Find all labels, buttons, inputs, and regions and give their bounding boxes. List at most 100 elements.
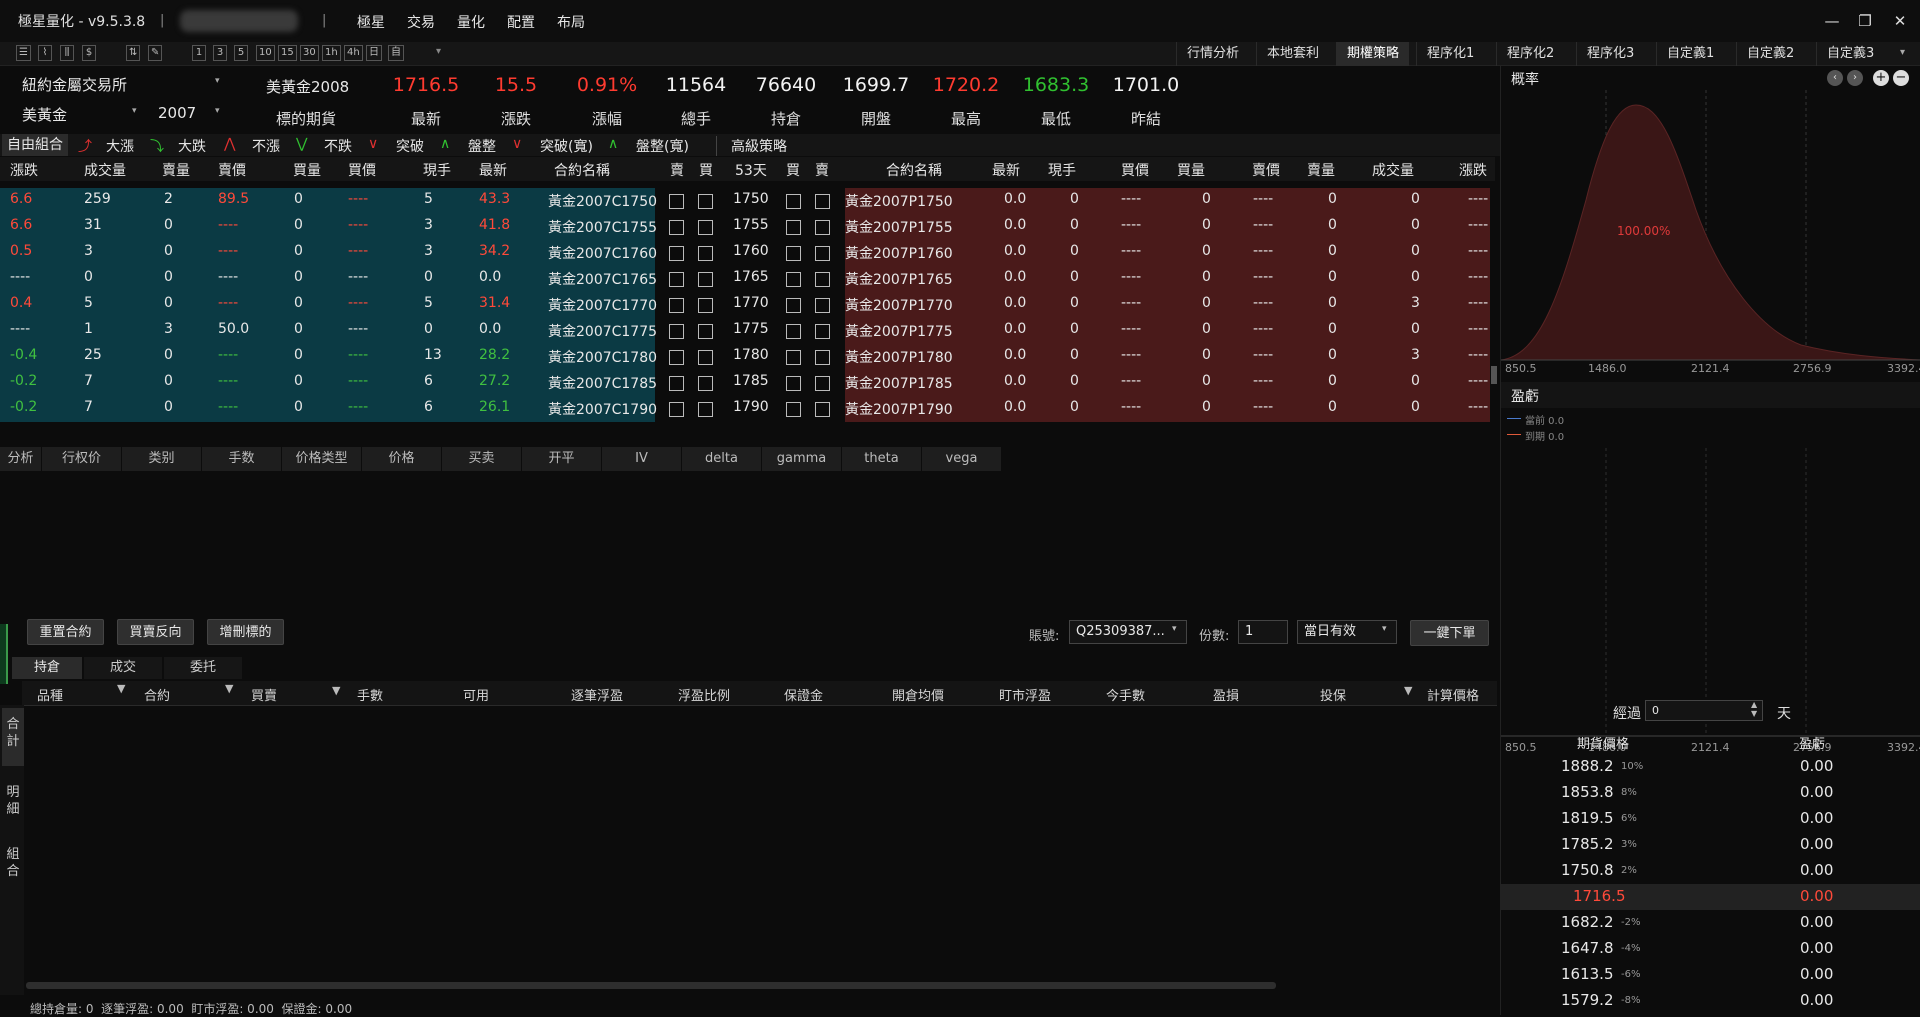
- period-5[interactable]: 5: [234, 45, 248, 61]
- strategy-breakout-wide[interactable]: 突破(寬): [540, 136, 593, 156]
- chevron-down-icon[interactable]: ▾: [215, 76, 220, 86]
- option-checkbox[interactable]: [698, 272, 713, 287]
- exchange-select[interactable]: 紐約金屬交易所: [22, 74, 127, 95]
- option-checkbox[interactable]: [698, 324, 713, 339]
- period-custom[interactable]: 自: [388, 45, 404, 61]
- tab-program-2[interactable]: 程序化2: [1496, 42, 1564, 66]
- tab-market-analysis[interactable]: 行情分析: [1176, 42, 1249, 66]
- chevron-down-icon[interactable]: ▾: [132, 106, 137, 116]
- tab-fills[interactable]: 成交: [84, 657, 162, 679]
- month-select[interactable]: 2007: [158, 104, 196, 122]
- tab-program-3[interactable]: 程序化3: [1576, 42, 1644, 66]
- line-chart-icon[interactable]: ⌇: [38, 45, 52, 61]
- tab-custom-3[interactable]: 自定義3: [1816, 42, 1884, 66]
- option-checkbox[interactable]: [669, 376, 684, 391]
- put-cell[interactable]: 黃金2007P1785: [845, 373, 953, 393]
- call-cell[interactable]: 黃金2007C1780: [548, 347, 657, 367]
- reset-contract-button[interactable]: 重置合約: [27, 619, 104, 645]
- side-tab-combo[interactable]: 組合: [2, 838, 24, 896]
- put-cell[interactable]: 黃金2007P1780: [845, 347, 953, 367]
- period-15[interactable]: 15: [278, 45, 297, 61]
- tabs-dropdown-icon[interactable]: ▾: [1900, 47, 1905, 58]
- strategy-range-wide[interactable]: 盤整(寬): [636, 136, 689, 156]
- prev-icon[interactable]: ‹: [1827, 70, 1843, 86]
- spinner-icon[interactable]: ▲ ▼: [1751, 700, 1757, 718]
- period-1h[interactable]: 1h: [322, 45, 341, 61]
- menu-config[interactable]: 配置: [507, 12, 535, 32]
- option-checkbox[interactable]: [698, 350, 713, 365]
- qty-input[interactable]: 1: [1238, 620, 1288, 644]
- call-cell[interactable]: 黃金2007C1750: [548, 191, 657, 211]
- period-30[interactable]: 30: [300, 45, 319, 61]
- call-cell[interactable]: 黃金2007C1760: [548, 243, 657, 263]
- period-10[interactable]: 10: [256, 45, 275, 61]
- tab-custom-2[interactable]: 自定義2: [1736, 42, 1804, 66]
- tab-orders[interactable]: 委托: [164, 657, 242, 679]
- tab-positions[interactable]: 持倉: [12, 657, 82, 679]
- option-checkbox[interactable]: [786, 376, 801, 391]
- put-cell[interactable]: 黃金2007P1790: [845, 399, 953, 419]
- strategy-no-rise[interactable]: 不漲: [252, 136, 280, 156]
- option-checkbox[interactable]: [669, 194, 684, 209]
- strategy-big-fall[interactable]: 大跌: [178, 136, 206, 156]
- menu-quant[interactable]: 量化: [457, 12, 485, 32]
- option-checkbox[interactable]: [669, 272, 684, 287]
- option-checkbox[interactable]: [669, 350, 684, 365]
- menu-jixing[interactable]: 極星: [357, 12, 385, 32]
- one-click-order-button[interactable]: 一鍵下單: [1410, 620, 1489, 646]
- menu-layout[interactable]: 布局: [557, 12, 585, 32]
- filter-icon[interactable]: ▼: [1404, 684, 1412, 697]
- account-select[interactable]: Q25309387...: [1069, 620, 1187, 644]
- dropdown-icon[interactable]: ▾: [436, 46, 441, 57]
- side-tab-total[interactable]: 合計: [2, 708, 24, 766]
- product-select[interactable]: 美黃金: [22, 104, 67, 125]
- tab-program-1[interactable]: 程序化1: [1416, 42, 1484, 66]
- period-3[interactable]: 3: [213, 45, 227, 61]
- option-checkbox[interactable]: [698, 246, 713, 261]
- option-checkbox[interactable]: [669, 324, 684, 339]
- call-cell[interactable]: 黃金2007C1785: [548, 373, 657, 393]
- period-4h[interactable]: 4h: [344, 45, 363, 61]
- chevron-down-icon[interactable]: ▾: [1172, 624, 1177, 634]
- period-day[interactable]: 日: [366, 45, 382, 61]
- filter-icon[interactable]: ▼: [332, 684, 340, 697]
- option-checkbox[interactable]: [698, 402, 713, 417]
- next-icon[interactable]: ›: [1847, 70, 1863, 86]
- option-checkbox[interactable]: [669, 402, 684, 417]
- option-checkbox[interactable]: [786, 272, 801, 287]
- advanced-strategy[interactable]: 高級策略: [716, 136, 787, 156]
- option-checkbox[interactable]: [698, 220, 713, 235]
- reverse-side-button[interactable]: 買賣反向: [117, 619, 194, 645]
- pen-icon[interactable]: ✎: [148, 45, 163, 61]
- call-cell[interactable]: 黃金2007C1755: [548, 217, 657, 237]
- zoom-in-icon[interactable]: +: [1873, 70, 1889, 86]
- period-1[interactable]: 1: [192, 45, 206, 61]
- option-checkbox[interactable]: [815, 298, 830, 313]
- strategy-no-fall[interactable]: 不跌: [324, 136, 352, 156]
- option-checkbox[interactable]: [815, 194, 830, 209]
- option-checkbox[interactable]: [786, 298, 801, 313]
- put-cell[interactable]: 黃金2007P1750: [845, 191, 953, 211]
- option-checkbox[interactable]: [815, 376, 830, 391]
- menu-trade[interactable]: 交易: [407, 12, 435, 32]
- option-checkbox[interactable]: [669, 246, 684, 261]
- splitter-handle[interactable]: [0, 624, 8, 684]
- tab-custom-1[interactable]: 自定義1: [1656, 42, 1724, 66]
- strategy-breakout[interactable]: 突破: [396, 136, 424, 156]
- dollar-icon[interactable]: $: [82, 45, 96, 61]
- horizontal-scrollbar[interactable]: [26, 982, 1276, 989]
- option-checkbox[interactable]: [669, 220, 684, 235]
- option-checkbox[interactable]: [786, 402, 801, 417]
- sort-icon[interactable]: ⇅: [126, 45, 141, 61]
- edit-underlying-button[interactable]: 增刪標的: [207, 619, 284, 645]
- option-checkbox[interactable]: [815, 324, 830, 339]
- option-checkbox[interactable]: [815, 272, 830, 287]
- option-checkbox[interactable]: [815, 220, 830, 235]
- option-checkbox[interactable]: [786, 350, 801, 365]
- put-cell[interactable]: 黃金2007P1770: [845, 295, 953, 315]
- restore-icon[interactable]: ❐: [1850, 12, 1880, 30]
- list-icon[interactable]: ☰: [16, 45, 31, 61]
- option-checkbox[interactable]: [815, 350, 830, 365]
- put-cell[interactable]: 黃金2007P1775: [845, 321, 953, 341]
- minimize-icon[interactable]: —: [1817, 12, 1847, 30]
